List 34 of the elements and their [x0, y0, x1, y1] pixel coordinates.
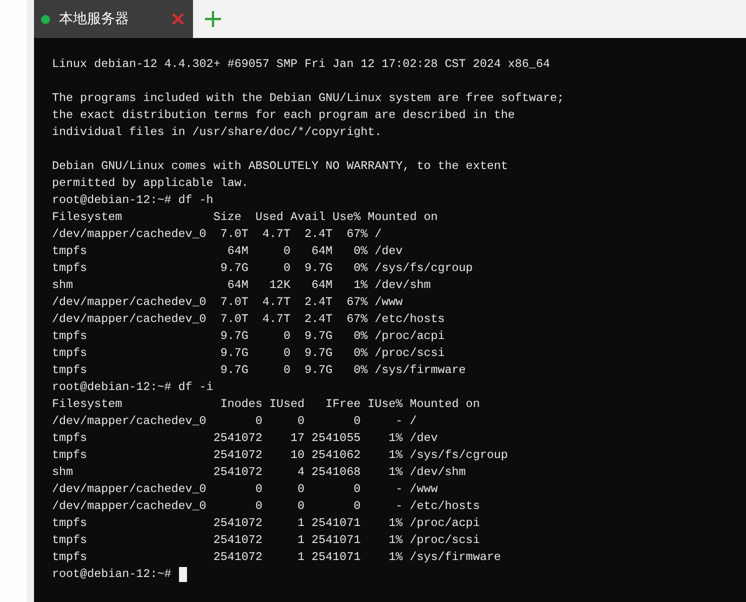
terminal-line: /dev/mapper/cachedev_0 7.0T 4.7T 2.4T 67% / [52, 226, 383, 243]
terminal-line: tmpfs 9.7G 0 9.7G 0% /sys/fs/cgroup [52, 260, 474, 277]
terminal-line: /dev/mapper/cachedev_0 0 0 0 - / [52, 413, 418, 430]
terminal-line: permitted by applicable law. [52, 175, 250, 192]
terminal-line: /dev/mapper/cachedev_0 7.0T 4.7T 2.4T 67% /www [52, 294, 404, 311]
terminal-line: The programs included with the Debian GNU/Linux system are free software; [52, 90, 565, 107]
tab-label: 本地服务器 [59, 10, 130, 28]
text-cursor [179, 567, 188, 582]
terminal-line: Linux debian-12 4.4.302+ #69057 SMP Fri Jan 12 17:02:28 CST 2024 x86_64 [52, 56, 551, 73]
terminal-line: tmpfs 9.7G 0 9.7G 0% /proc/acpi [52, 328, 446, 345]
terminal-line: tmpfs 2541072 1 2541071 1% /proc/acpi [52, 515, 481, 532]
terminal-line: the exact distribution terms for each program are described in the [52, 107, 516, 124]
terminal-prompt: root@debian-12:~# [52, 566, 172, 583]
terminal-line: tmpfs 9.7G 0 9.7G 0% /proc/scsi [52, 345, 446, 362]
terminal-line: tmpfs 64M 0 64M 0% /dev [52, 243, 404, 260]
terminal-line: tmpfs 2541072 1 2541071 1% /proc/scsi [52, 532, 481, 549]
terminal-line: Filesystem Size Used Avail Use% Mounted on [52, 209, 439, 226]
terminal-line: tmpfs 2541072 1 2541071 1% /sys/firmware [52, 549, 502, 566]
terminal-line: tmpfs 2541072 17 2541055 1% /dev [52, 430, 439, 447]
terminal-line: shm 2541072 4 2541068 1% /dev/shm [52, 464, 467, 481]
terminal-line: /dev/mapper/cachedev_0 0 0 0 - /www [52, 481, 439, 498]
terminal-line: root@debian-12:~# df -i [52, 379, 214, 396]
terminal-line: /dev/mapper/cachedev_0 7.0T 4.7T 2.4T 67% /etc/hosts [52, 311, 446, 328]
terminal-line: /dev/mapper/cachedev_0 0 0 0 - /etc/hosts [52, 498, 481, 515]
terminal-line: individual files in /usr/share/doc/*/copyright. [52, 124, 383, 141]
add-tab-icon[interactable] [204, 10, 222, 28]
terminal-line: root@debian-12:~# df -h [52, 192, 214, 209]
close-icon[interactable] [171, 12, 185, 26]
terminal-line: shm 64M 12K 64M 1% /dev/shm [52, 277, 432, 294]
terminal-line: Filesystem Inodes IUsed IFree IUse% Mounted on [52, 396, 481, 413]
terminal-line: Debian GNU/Linux comes with ABSOLUTELY NO WARRANTY, to the extent [52, 158, 509, 175]
terminal-line: tmpfs 9.7G 0 9.7G 0% /sys/firmware [52, 362, 467, 379]
session-tab[interactable]: 本地服务器 [34, 0, 193, 38]
terminal-line: tmpfs 2541072 10 2541062 1% /sys/fs/cgroup [52, 447, 509, 464]
